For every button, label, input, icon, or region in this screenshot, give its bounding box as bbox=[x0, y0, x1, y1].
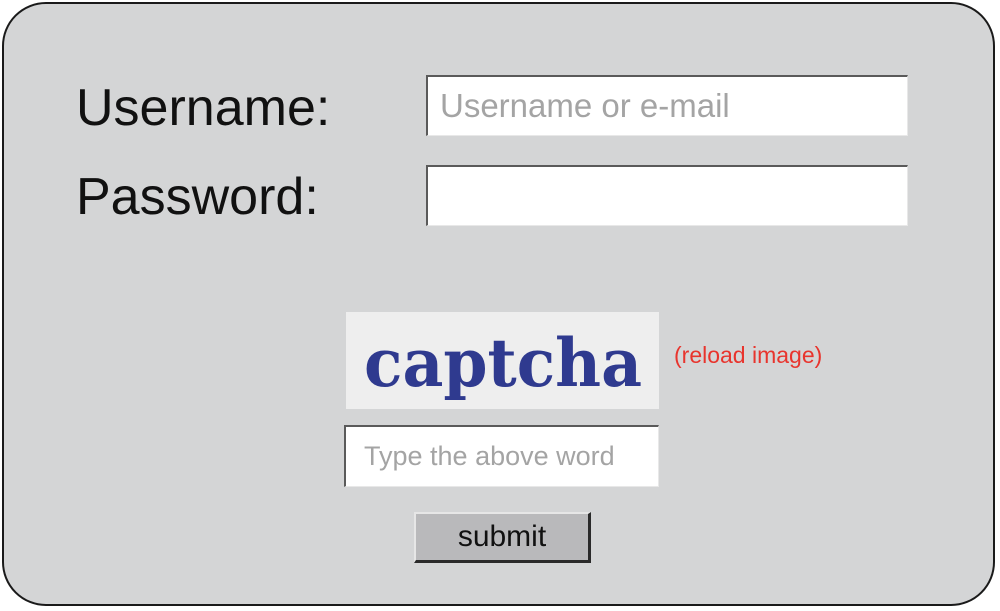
login-panel: Username: Password: captcha (reload imag… bbox=[2, 2, 995, 606]
password-label: Password: bbox=[76, 168, 319, 226]
captcha-image: captcha bbox=[346, 312, 659, 409]
submit-button[interactable]: submit bbox=[414, 512, 591, 563]
captcha-input[interactable] bbox=[344, 425, 659, 487]
username-label: Username: bbox=[76, 79, 331, 137]
password-input[interactable] bbox=[426, 165, 908, 226]
reload-image-link[interactable]: (reload image) bbox=[674, 344, 822, 367]
captcha-image-text: captcha bbox=[364, 324, 642, 402]
username-input[interactable] bbox=[426, 75, 908, 136]
